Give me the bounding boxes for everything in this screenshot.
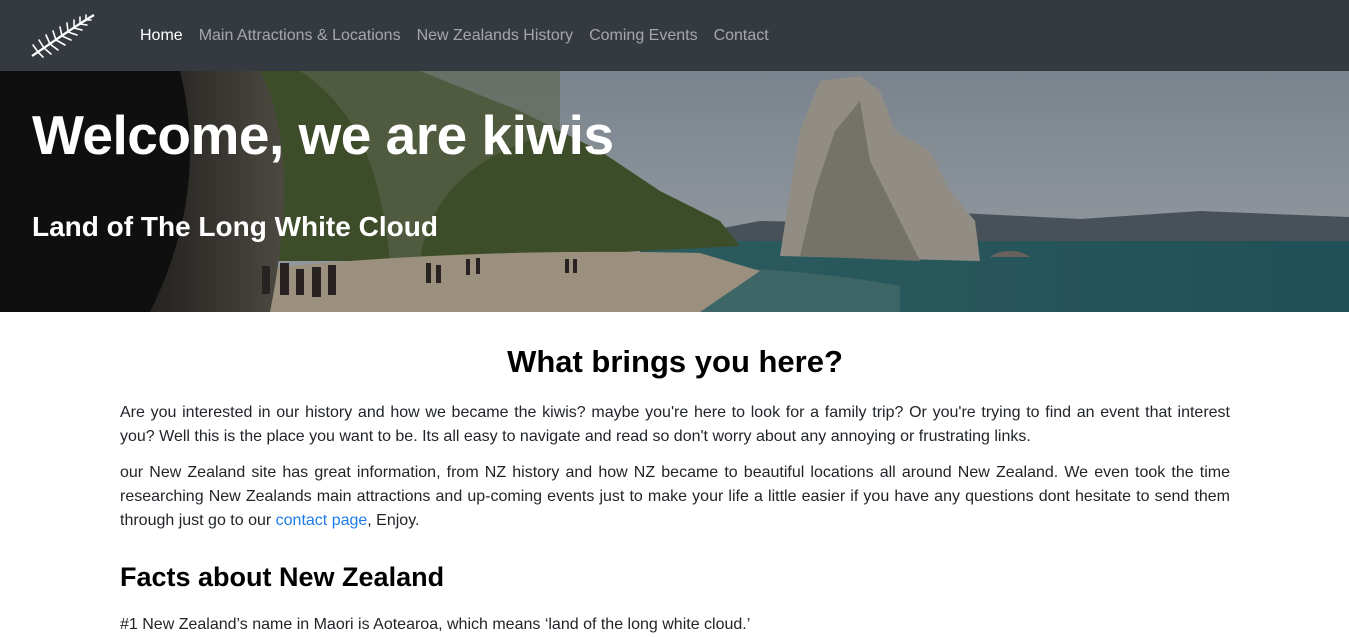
nav-contact[interactable]: Contact bbox=[706, 0, 777, 71]
facts-heading: Facts about New Zealand bbox=[120, 562, 445, 592]
intro-heading: What brings you here? bbox=[507, 344, 843, 379]
nav-home[interactable]: Home bbox=[132, 0, 191, 71]
intro-paragraph-1: Are you interested in our history and ho… bbox=[120, 404, 1230, 445]
hero-title: Welcome, we are kiwis bbox=[32, 104, 614, 166]
hero-subtitle: Land of The Long White Cloud bbox=[32, 211, 438, 242]
nav-nz-history[interactable]: New Zealands History bbox=[409, 0, 582, 71]
nav-attractions-locations[interactable]: Main Attractions & Locations bbox=[191, 0, 409, 71]
main-nav: Home Main Attractions & Locations New Ze… bbox=[132, 0, 777, 71]
main-content: What brings you here? Are you interested… bbox=[120, 312, 1230, 637]
silver-fern-icon[interactable] bbox=[28, 12, 96, 60]
nav-coming-events[interactable]: Coming Events bbox=[581, 0, 706, 71]
navbar: Home Main Attractions & Locations New Ze… bbox=[0, 0, 1349, 71]
contact-page-link[interactable]: contact page bbox=[276, 512, 368, 529]
intro-paragraph-2-end: , Enjoy. bbox=[367, 512, 420, 529]
intro-paragraph-2: our New Zealand site has great informati… bbox=[120, 461, 1230, 533]
fact-item: #1 New Zealand’s name in Maori is Aotear… bbox=[120, 616, 751, 633]
hero-banner: Welcome, we are kiwis Land of The Long W… bbox=[0, 71, 1349, 312]
